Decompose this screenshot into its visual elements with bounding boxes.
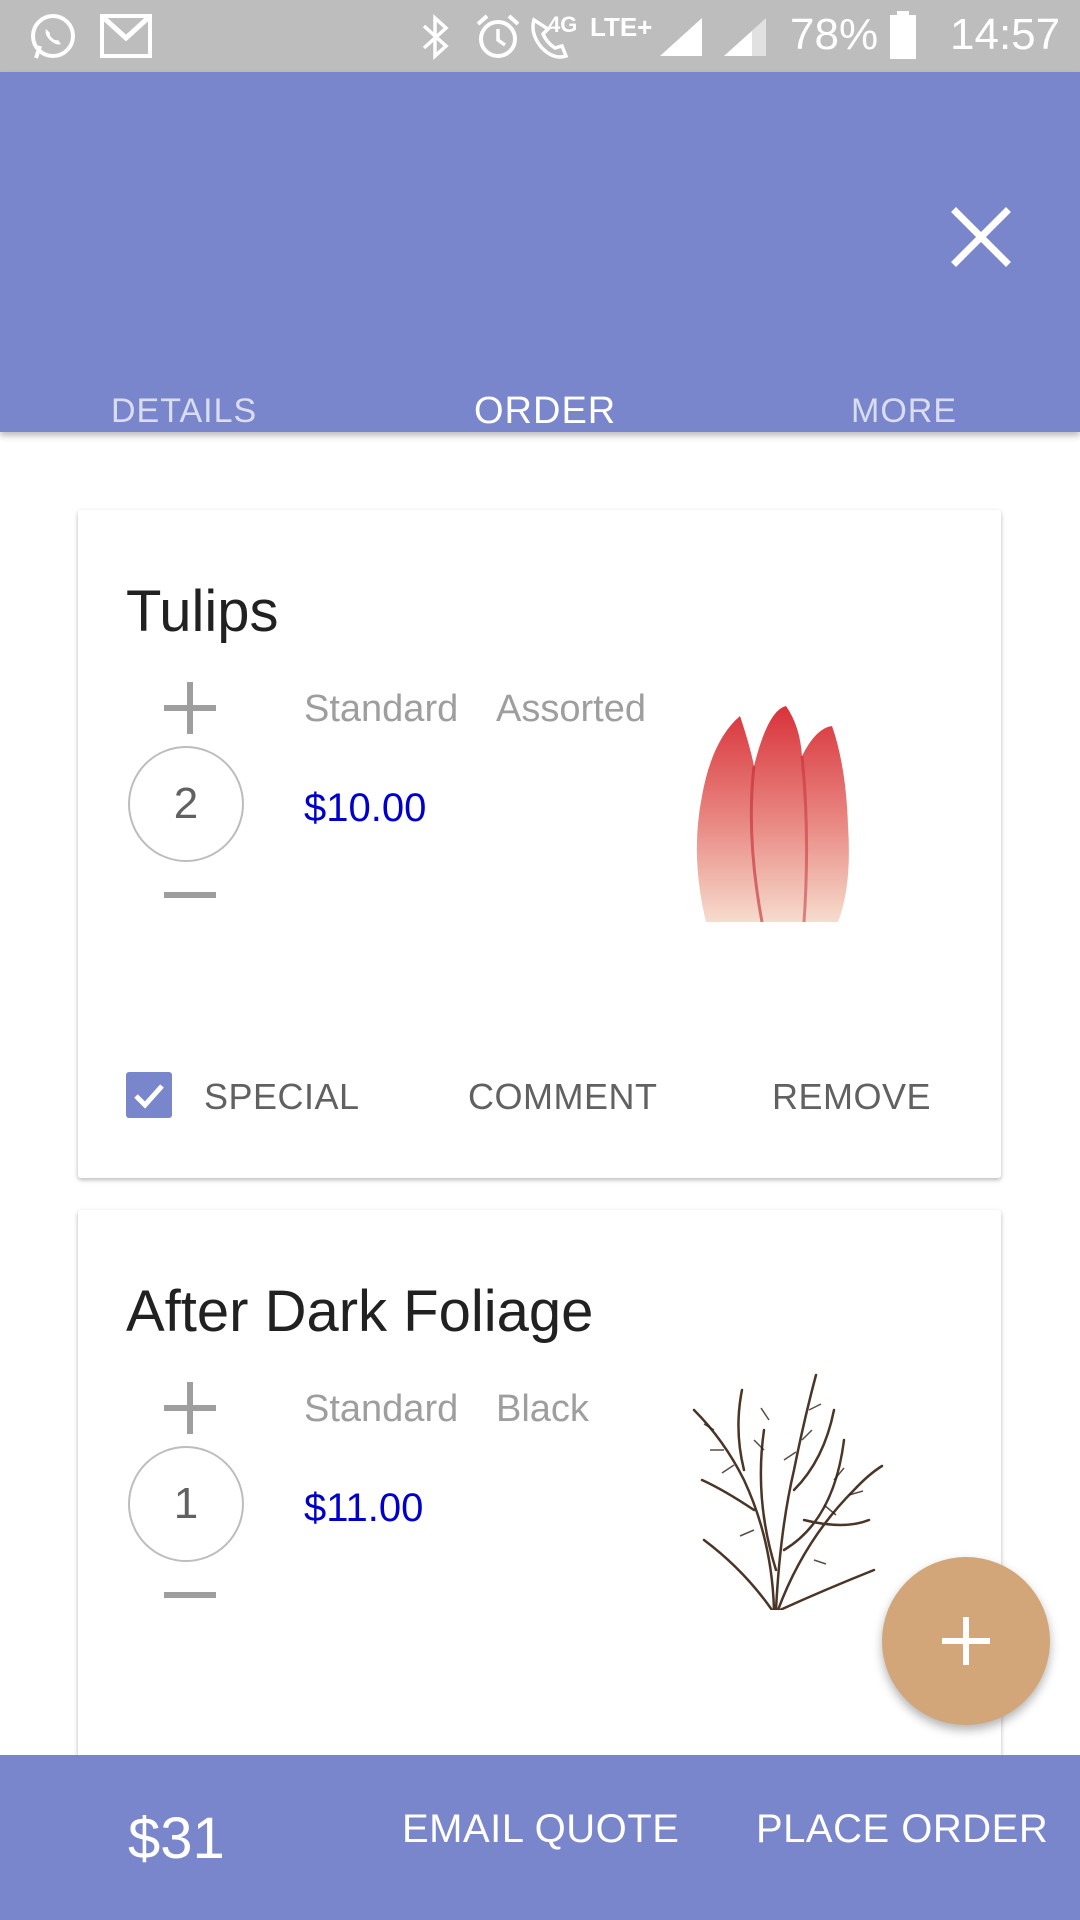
item-name: Tulips	[126, 579, 279, 644]
alarm-icon	[476, 14, 520, 58]
status-bar: 4G LTE+ 78% 14:57	[0, 0, 1080, 72]
plus-icon	[942, 1617, 990, 1665]
quantity-value: 1	[128, 1446, 244, 1562]
increase-quantity-icon[interactable]	[160, 1378, 220, 1438]
email-quote-button[interactable]: EMAIL QUOTE	[402, 1807, 679, 1852]
place-order-button[interactable]: PLACE ORDER	[756, 1807, 1048, 1852]
item-name: After Dark Foliage	[126, 1279, 594, 1344]
bottom-action-bar: $31 EMAIL QUOTE PLACE ORDER	[0, 1755, 1080, 1920]
signal-icon	[660, 18, 702, 56]
comment-button[interactable]: COMMENT	[468, 1076, 657, 1118]
increase-quantity-icon[interactable]	[160, 678, 220, 738]
item-grade: Standard	[304, 1388, 459, 1430]
network-label: 4G	[548, 12, 578, 37]
tab-details[interactable]: DETAILS	[111, 392, 257, 431]
tab-order[interactable]: ORDER	[474, 390, 616, 433]
item-grade: Standard	[304, 688, 459, 730]
special-checkbox[interactable]	[126, 1072, 172, 1118]
decrease-quantity-icon[interactable]	[160, 880, 220, 910]
item-color: Assorted	[496, 688, 646, 730]
bluetooth-icon	[422, 14, 449, 60]
clock: 14:57	[950, 10, 1061, 59]
battery-icon	[890, 11, 916, 59]
order-item-card: Tulips 2 Standard Assorted $10.00 SPECIA…	[78, 510, 1001, 1178]
battery-percent: 78%	[790, 10, 879, 59]
remove-button[interactable]: REMOVE	[772, 1076, 931, 1118]
lte-label: LTE+	[590, 12, 653, 42]
item-price: $10.00	[304, 786, 427, 830]
order-item-card: After Dark Foliage 1 Standard Black $11.…	[78, 1210, 1001, 1810]
signal-icon	[724, 18, 766, 56]
order-total: $31	[128, 1806, 225, 1871]
item-price: $11.00	[304, 1486, 424, 1530]
special-label[interactable]: SPECIAL	[204, 1076, 360, 1118]
tulip-image	[696, 706, 849, 922]
close-icon[interactable]	[946, 202, 1016, 272]
quantity-value: 2	[128, 746, 244, 862]
check-icon	[134, 1084, 164, 1109]
whatsapp-icon	[31, 14, 75, 59]
item-color: Black	[496, 1388, 589, 1430]
app-bar: DETAILS ORDER MORE	[0, 72, 1080, 432]
add-item-button[interactable]	[882, 1557, 1050, 1725]
decrease-quantity-icon[interactable]	[160, 1580, 220, 1610]
gmail-icon	[100, 14, 152, 58]
foliage-image	[692, 1373, 884, 1610]
tab-more[interactable]: MORE	[851, 392, 957, 431]
